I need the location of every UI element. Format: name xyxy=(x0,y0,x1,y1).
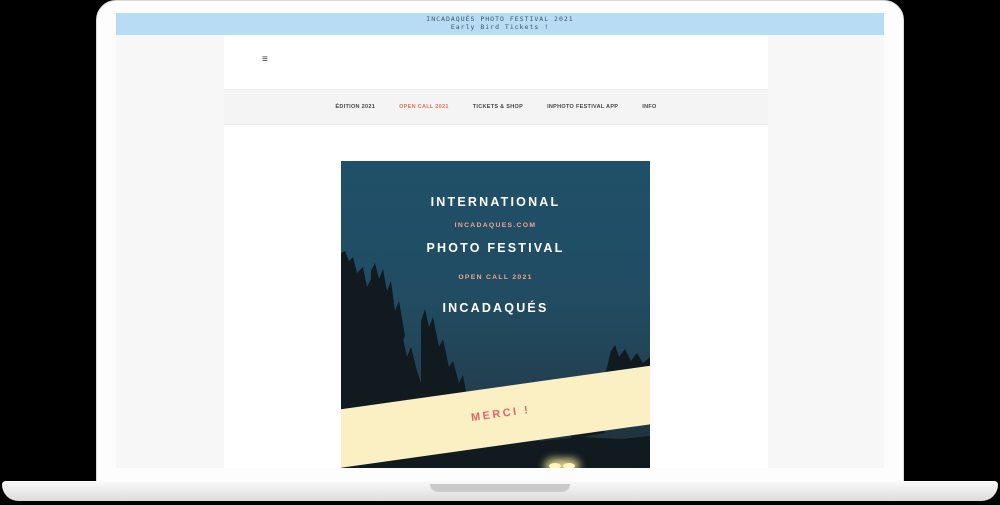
browser-viewport: INCADAQUÉS PHOTO FESTIVAL 2021 Early Bir… xyxy=(116,13,884,468)
poster-website: INCADAQUES.COM xyxy=(454,222,537,229)
hamburger-menu-icon[interactable]: ≡ xyxy=(262,55,268,65)
poster-title-photo-festival: PHOTO FESTIVAL xyxy=(426,241,565,255)
poster-open-call: OPEN CALL 2021 xyxy=(458,274,533,281)
page-container: ≡ ÉDITION 2021 OPEN CALL 2021 TICKETS & … xyxy=(224,35,768,468)
laptop-notch xyxy=(430,484,570,492)
nav-item-edition-2021[interactable]: ÉDITION 2021 xyxy=(335,104,375,110)
hero-poster-image: INTERNATIONAL INCADAQUES.COM PHOTO FESTI… xyxy=(341,161,650,468)
poster-title-incadaques: INCADAQUÉS xyxy=(442,301,549,315)
promo-subtitle: Early Bird Tickets ! xyxy=(450,22,550,31)
nav-item-inphoto-festival-app[interactable]: INPHOTO FESTIVAL APP xyxy=(547,104,618,110)
car-headlight xyxy=(549,463,561,468)
car-headlight xyxy=(563,463,575,468)
nav-item-tickets-shop[interactable]: TICKETS & SHOP xyxy=(473,104,523,110)
nav-item-info[interactable]: INFO xyxy=(642,104,656,110)
promo-bar[interactable]: INCADAQUÉS PHOTO FESTIVAL 2021 Early Bir… xyxy=(116,13,884,35)
site-header: ≡ xyxy=(224,35,768,90)
main-navigation: ÉDITION 2021 OPEN CALL 2021 TICKETS & SH… xyxy=(224,90,768,125)
poster-title-international: INTERNATIONAL xyxy=(430,195,561,209)
nav-item-open-call-2021[interactable]: OPEN CALL 2021 xyxy=(399,104,449,110)
